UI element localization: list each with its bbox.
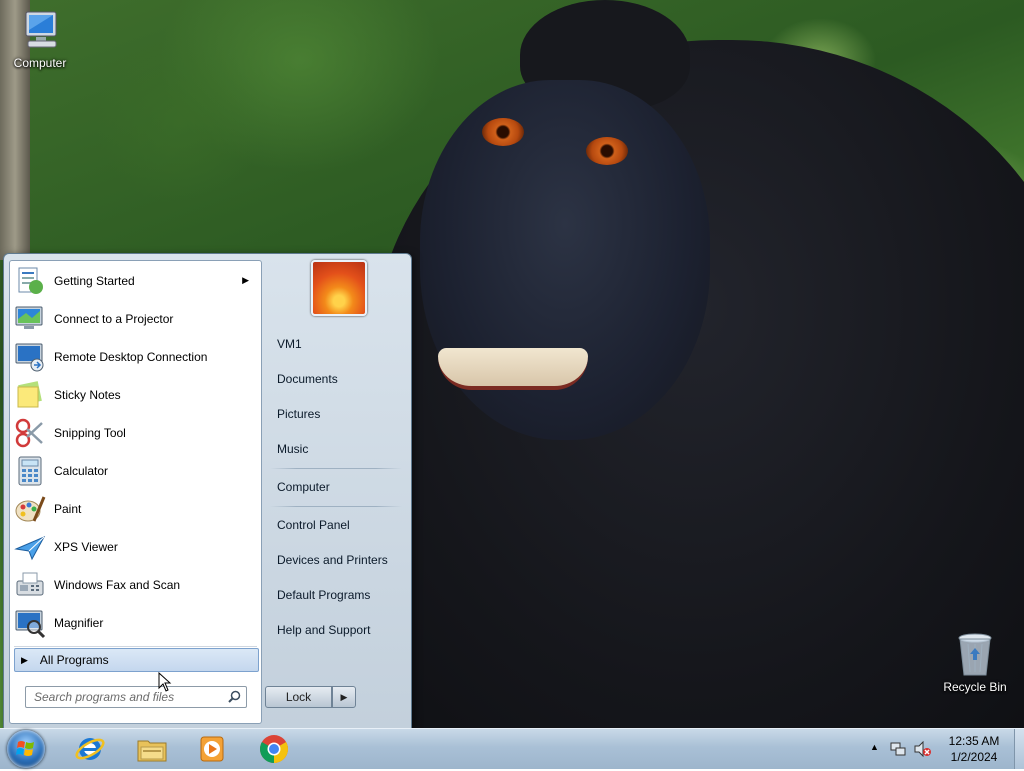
right-item-control-panel[interactable]: Control Panel (277, 518, 350, 532)
right-item-devices-and-printers[interactable]: Devices and Printers (277, 553, 388, 567)
start-search-box[interactable] (25, 686, 247, 708)
right-item-documents[interactable]: Documents (277, 372, 338, 386)
remote-desktop-icon (15, 343, 44, 372)
start-menu-right-pane: VM1 Documents Pictures Music Computer Co… (262, 254, 410, 728)
program-label: Windows Fax and Scan (54, 578, 181, 592)
calculator-icon (18, 456, 42, 486)
wallpaper-monkey-eye (586, 137, 628, 165)
all-programs-button[interactable]: ▶ All Programs (14, 648, 259, 672)
right-item-user-folder[interactable]: VM1 (277, 337, 302, 351)
show-hidden-icons-icon[interactable]: ▲ (870, 742, 879, 752)
taskbar-chrome[interactable] (252, 732, 296, 766)
taskbar-windows-explorer[interactable] (130, 732, 174, 766)
taskbar-clock[interactable]: 12:35 AM 1/2/2024 (942, 733, 1006, 765)
desktop-icon-label: Recycle Bin (943, 680, 1007, 694)
program-label: Snipping Tool (54, 426, 126, 440)
desktop-icon-computer[interactable]: Computer (2, 10, 78, 70)
right-item-pictures[interactable]: Pictures (277, 407, 320, 421)
program-snipping-tool[interactable]: Snipping Tool (14, 415, 257, 451)
windows-logo-icon (16, 741, 34, 756)
recycle-bin-icon (958, 633, 992, 676)
taskbar-internet-explorer[interactable] (68, 732, 112, 766)
program-windows-fax-and-scan[interactable]: Windows Fax and Scan (14, 567, 257, 603)
program-magnifier[interactable]: Magnifier (14, 605, 257, 641)
right-item-default-programs[interactable]: Default Programs (277, 588, 370, 602)
wallpaper-monkey-eye (482, 118, 524, 146)
start-button[interactable] (7, 730, 45, 768)
getting-started-icon (18, 267, 43, 294)
xps-viewer-icon (14, 535, 46, 561)
fax-scan-icon (16, 572, 44, 596)
projector-icon (15, 306, 43, 329)
program-sticky-notes[interactable]: Sticky Notes (14, 377, 257, 413)
right-item-help-and-support[interactable]: Help and Support (277, 623, 370, 637)
search-input[interactable] (32, 687, 226, 707)
all-programs-label: All Programs (39, 653, 109, 667)
program-connect-to-projector[interactable]: Connect to a Projector (14, 301, 257, 337)
expand-arrow-icon: ▶ (21, 654, 28, 665)
chrome-icon (260, 735, 288, 763)
program-paint[interactable]: Paint (14, 491, 257, 527)
clock-date: 1/2/2024 (950, 750, 998, 764)
program-calculator[interactable]: Calculator (14, 453, 257, 489)
desktop-icon-label: Computer (13, 56, 67, 70)
internet-explorer-icon (75, 738, 105, 760)
program-label: Getting Started (54, 274, 135, 288)
right-pane-separator (270, 506, 402, 507)
program-label: Sticky Notes (54, 388, 121, 402)
mouse-cursor-icon (158, 672, 172, 692)
paint-icon (15, 496, 46, 522)
network-icon[interactable] (890, 741, 906, 757)
start-menu-programs-pane: Getting Started ▶ Connect to a Projector… (9, 260, 262, 724)
taskbar-media-player[interactable] (190, 732, 234, 766)
volume-muted-icon[interactable] (914, 741, 932, 757)
search-icon[interactable] (228, 690, 241, 703)
program-getting-started[interactable]: Getting Started ▶ (14, 263, 257, 299)
user-picture[interactable] (311, 260, 367, 316)
start-menu: Getting Started ▶ Connect to a Projector… (3, 253, 412, 729)
right-pane-separator (270, 468, 402, 469)
magnifier-icon (15, 610, 46, 639)
taskbar: ▲ 12:35 AM 1/2/2024 (0, 728, 1024, 769)
system-tray: ▲ 12:35 AM 1/2/2024 (864, 729, 1024, 769)
sticky-notes-icon (17, 381, 42, 408)
wallpaper-monkey-teeth (438, 348, 588, 390)
snipping-tool-icon (15, 418, 43, 448)
media-player-icon (200, 736, 224, 762)
computer-icon (25, 11, 57, 48)
program-label: Remote Desktop Connection (54, 350, 208, 364)
file-explorer-icon (137, 740, 167, 762)
programs-separator (14, 646, 257, 647)
show-desktop-button[interactable] (1014, 729, 1024, 769)
submenu-arrow-icon[interactable]: ▶ (242, 275, 249, 286)
clock-time: 12:35 AM (948, 734, 1000, 748)
power-options-arrow-icon[interactable]: ▶ (332, 686, 356, 708)
program-label: Calculator (54, 464, 109, 478)
program-label: Magnifier (54, 616, 104, 630)
right-item-music[interactable]: Music (277, 442, 308, 456)
right-item-computer[interactable]: Computer (277, 480, 330, 494)
desktop-icon-recycle-bin[interactable]: Recycle Bin (937, 632, 1013, 694)
program-label: Paint (54, 502, 82, 516)
lock-button[interactable]: Lock (265, 686, 332, 708)
program-label: XPS Viewer (54, 540, 118, 554)
program-label: Connect to a Projector (54, 312, 174, 326)
program-xps-viewer[interactable]: XPS Viewer (14, 529, 257, 565)
program-remote-desktop[interactable]: Remote Desktop Connection (14, 339, 257, 375)
